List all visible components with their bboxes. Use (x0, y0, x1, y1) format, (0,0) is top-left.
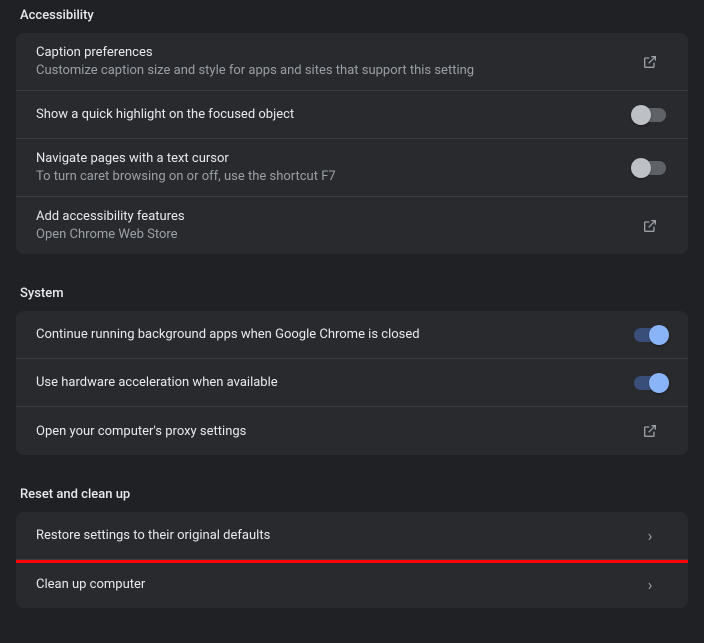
row-text: Show a quick highlight on the focused ob… (36, 107, 294, 122)
row-text: Caption preferences Customize caption si… (36, 45, 474, 78)
accessibility-card: Caption preferences Customize caption si… (16, 33, 688, 254)
quick-highlight-row[interactable]: Show a quick highlight on the focused ob… (16, 91, 688, 139)
system-card: Continue running background apps when Go… (16, 311, 688, 455)
section-title-accessibility: Accessibility (0, 0, 704, 33)
hardware-acceleration-row[interactable]: Use hardware acceleration when available (16, 359, 688, 407)
row-sub: Open Chrome Web Store (36, 227, 185, 242)
hardware-acceleration-toggle[interactable] (634, 376, 666, 390)
text-cursor-toggle[interactable] (634, 161, 666, 175)
restore-defaults-row[interactable]: Restore settings to their original defau… (16, 512, 688, 560)
add-accessibility-features-row[interactable]: Add accessibility features Open Chrome W… (16, 197, 688, 254)
row-text: Navigate pages with a text cursor To tur… (36, 151, 336, 184)
background-apps-row[interactable]: Continue running background apps when Go… (16, 311, 688, 359)
section-title-reset: Reset and clean up (0, 479, 704, 512)
background-apps-toggle[interactable] (634, 328, 666, 342)
row-sub: To turn caret browsing on or off, use th… (36, 169, 336, 184)
row-title: Clean up computer (36, 577, 145, 592)
proxy-settings-row[interactable]: Open your computer's proxy settings (16, 407, 688, 455)
quick-highlight-toggle[interactable] (634, 108, 666, 122)
row-title: Use hardware acceleration when available (36, 375, 278, 390)
row-title: Caption preferences (36, 45, 474, 60)
row-text: Continue running background apps when Go… (36, 327, 420, 342)
row-title: Show a quick highlight on the focused ob… (36, 107, 294, 122)
section-title-system: System (0, 278, 704, 311)
caption-preferences-row[interactable]: Caption preferences Customize caption si… (16, 33, 688, 91)
external-link-icon (632, 423, 668, 439)
row-title: Navigate pages with a text cursor (36, 151, 336, 166)
row-text: Use hardware acceleration when available (36, 375, 278, 390)
row-text: Open your computer's proxy settings (36, 424, 246, 439)
row-text: Add accessibility features Open Chrome W… (36, 209, 185, 242)
clean-up-computer-row[interactable]: Clean up computer › (16, 560, 688, 608)
external-link-icon (632, 218, 668, 234)
text-cursor-row[interactable]: Navigate pages with a text cursor To tur… (16, 139, 688, 197)
row-title: Continue running background apps when Go… (36, 327, 420, 342)
row-sub: Customize caption size and style for app… (36, 63, 474, 78)
reset-card: Restore settings to their original defau… (16, 512, 688, 608)
row-text: Clean up computer (36, 577, 145, 592)
external-link-icon (632, 54, 668, 70)
row-title: Open your computer's proxy settings (36, 424, 246, 439)
row-title: Restore settings to their original defau… (36, 528, 270, 543)
row-title: Add accessibility features (36, 209, 185, 224)
row-text: Restore settings to their original defau… (36, 528, 270, 543)
settings-page: Accessibility Caption preferences Custom… (0, 0, 704, 608)
chevron-right-icon: › (632, 575, 668, 594)
chevron-right-icon: › (632, 526, 668, 545)
